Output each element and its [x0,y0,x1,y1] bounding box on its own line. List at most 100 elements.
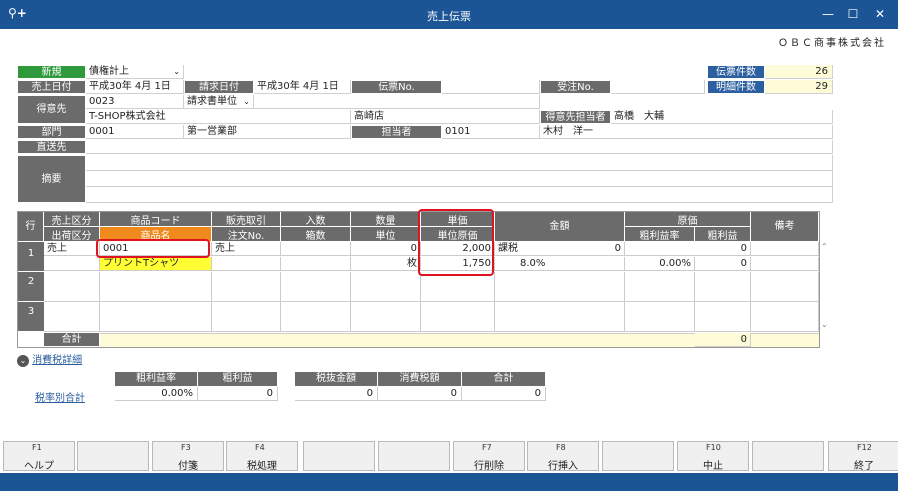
remarks-cell[interactable] [751,242,819,256]
row3-cell[interactable] [100,302,212,332]
tax-rate-cell[interactable]: 8.0% [495,257,625,271]
sum-pretax: 0 [295,387,378,401]
title-bar: ⚲+ 売上伝票 — ☐ ✕ [0,0,898,29]
maximize-button[interactable]: ☐ [843,5,863,23]
order-no-field[interactable] [611,80,705,94]
fkey-label: 中止 [703,461,723,472]
fkey-label: 行削除 [474,461,504,472]
minimize-button[interactable]: — [818,5,838,23]
remarks-cell-2[interactable] [751,257,819,271]
boxes-cell[interactable] [281,257,351,271]
customer-label: 得意先 [17,95,86,124]
sum-total: 0 [462,387,546,401]
sales-date-field[interactable]: 平成30年 4月 1日 [86,80,184,94]
shipto-field[interactable] [86,140,833,154]
fkey-button-6[interactable] [378,441,450,471]
fkey-label: 税処理 [247,461,277,472]
customer-contact-field[interactable]: 高橋 大輔 [611,110,833,124]
col-unit: 単位 [351,227,421,242]
sales-type-cell[interactable]: 売上 [44,242,100,256]
margin-rate-cell[interactable]: 0.00% [625,257,695,271]
billing-date-label: 請求日付 [184,80,254,94]
memo-line-1[interactable] [86,155,833,171]
order-no-cell[interactable] [212,257,281,271]
fkey-button-10[interactable]: F10 中止 [677,441,749,472]
row3-cell[interactable] [751,302,819,332]
row2-cell[interactable] [100,272,212,302]
staff-label: 担当者 [351,125,442,139]
fkey-button-8[interactable]: F8 行挿入 [527,441,599,472]
col-quantity: 数量 [351,212,421,227]
tax-rate-total-link[interactable]: 税率別合計 [35,389,85,404]
row3-cell[interactable] [625,302,695,332]
row2-cell[interactable] [281,272,351,302]
branch-field[interactable]: 高崎店 [351,110,540,124]
customer-name-field[interactable]: T-SHOP株式会社 [86,110,351,124]
row2-cell[interactable] [212,272,281,302]
row2-cell[interactable] [625,272,695,302]
col-amount: 金額 [495,212,625,242]
slip-no-field[interactable] [442,80,540,94]
amount-cell[interactable]: 0 [539,242,625,256]
fkey-button-5[interactable] [303,441,375,471]
row2-cell[interactable] [751,272,819,302]
col-sales-type: 売上区分 [44,212,100,227]
billing-unit-select[interactable]: 請求書単位 ⌄ [184,95,254,109]
row3-cell[interactable] [44,302,100,332]
total-margin: 0 [695,333,751,347]
row3-cell[interactable] [351,302,421,332]
row3-cell[interactable] [495,302,625,332]
memo-label: 摘要 [17,155,86,203]
fkey-button-9[interactable] [602,441,674,471]
chevron-down-circle-icon: ⌄ [17,355,29,367]
row2-cell[interactable] [695,272,751,302]
cost-cell[interactable]: 0 [625,242,751,256]
row-number[interactable]: 1 [18,242,44,272]
dept-code-field[interactable]: 0001 [86,125,184,139]
qty-per-cell[interactable] [281,242,351,256]
row3-cell[interactable] [695,302,751,332]
fkey-button-11[interactable] [752,441,824,471]
close-button[interactable]: ✕ [870,5,890,23]
chevron-down-icon: ⌄ [243,97,250,106]
status-bar [0,473,898,491]
row-number[interactable]: 3 [18,302,44,332]
quantity-cell[interactable]: 0 [351,242,421,256]
row-number[interactable]: 2 [18,272,44,302]
margin-cell[interactable]: 0 [695,257,751,271]
scroll-up-icon[interactable]: ⌃ [821,242,828,251]
ship-type-cell[interactable] [44,257,100,271]
fkey-button-4[interactable]: F4 税処理 [226,441,298,472]
row3-cell[interactable] [281,302,351,332]
unit-cell[interactable]: 枚 [351,257,421,271]
billing-date-field[interactable]: 平成30年 4月 1日 [254,80,351,94]
memo-line-3[interactable] [86,187,833,203]
row2-cell[interactable] [351,272,421,302]
tax-detail-toggle[interactable]: ⌄ 消費税詳細 [17,351,82,367]
row2-cell[interactable] [421,272,495,302]
sales-trade-cell[interactable]: 売上 [212,242,281,256]
fkey-label: ヘルプ [24,461,54,472]
fkey-button-1[interactable]: F1 ヘルプ [3,441,75,472]
company-name: ＯＢＣ商事株式会社 [778,38,886,49]
product-name-cell[interactable]: プリントTシャツ [100,257,212,271]
fkey-button-7[interactable]: F7 行削除 [453,441,525,472]
memo-line-2[interactable] [86,171,833,187]
tax-type-cell[interactable]: 課税 [495,242,539,256]
fkey-button-3[interactable]: F3 付箋 [152,441,224,472]
window-title: 売上伝票 [427,10,471,23]
scroll-down-icon[interactable]: ⌄ [821,320,828,329]
sum-pretax-header: 税抜金額 [295,372,378,386]
row2-cell[interactable] [44,272,100,302]
row3-cell[interactable] [421,302,495,332]
col-ship-type: 出荷区分 [44,227,100,242]
col-margin: 粗利益 [695,227,751,242]
row3-cell[interactable] [212,302,281,332]
fkey-label: 終了 [854,461,874,472]
fkey-button-12[interactable]: F12 終了 [828,441,898,472]
type-select[interactable]: 債権計上 ⌄ [86,65,184,79]
fkey-button-2[interactable] [77,441,149,471]
customer-code-field[interactable]: 0023 [86,95,184,109]
row2-cell[interactable] [495,272,625,302]
staff-code-field[interactable]: 0101 [442,125,540,139]
